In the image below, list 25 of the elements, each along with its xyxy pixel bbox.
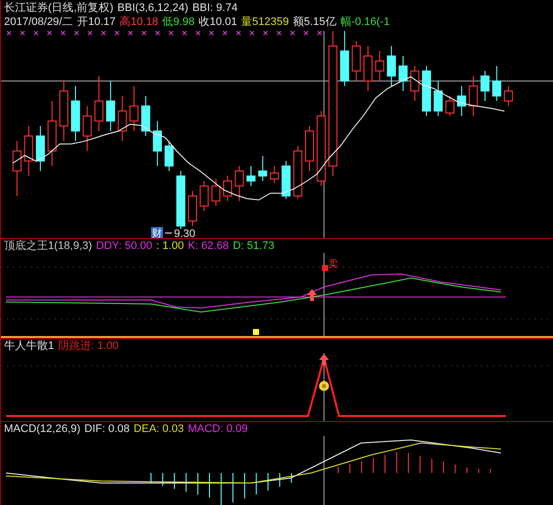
- legend-text: MACD(12,26,9): [4, 422, 80, 436]
- sell-label: 卖: [328, 259, 338, 270]
- quote-text: 量512359: [241, 15, 289, 29]
- legend-text: : 1.00: [156, 239, 184, 253]
- legend-text: DDY: 50.00: [96, 239, 152, 253]
- legend-text: BBI(3,6,12,24): [117, 1, 188, 15]
- quote-text: 2017/08/29/二: [4, 15, 74, 29]
- legend-text: BBI: 9.74: [192, 1, 238, 15]
- quote-text: 开10.17: [77, 15, 116, 29]
- badge: 财: [151, 227, 163, 238]
- low-price-label: 9.30: [174, 228, 196, 238]
- legend-text: DIF: 0.08: [84, 422, 130, 436]
- legend-text: K: 62.68: [188, 239, 229, 253]
- legend-text: 阴跳进: 1.00: [58, 339, 119, 353]
- legend-text: 长江证券(日线,前复权): [4, 1, 114, 15]
- quote-text: 高10.18: [120, 15, 158, 29]
- legend-text: 顶底之王1(18,9,3): [4, 239, 92, 253]
- quote-text: 幅-0.16(-1: [340, 15, 390, 29]
- quote-text: 额5.15亿: [292, 15, 336, 29]
- quote-text: 低9.98: [162, 15, 195, 29]
- legend-text: MACD: 0.09: [188, 422, 248, 436]
- legend-text: D: 51.73: [232, 239, 274, 253]
- quote-text: 收10.01: [198, 15, 238, 29]
- legend-text: DEA: 0.03: [134, 422, 184, 436]
- legend-text: 牛人牛散1: [4, 339, 54, 353]
